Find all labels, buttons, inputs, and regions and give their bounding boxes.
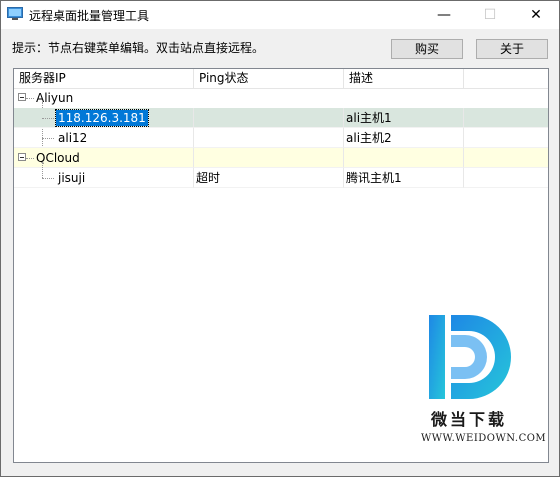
server-ip-cell: 118.126.3.181 [14,108,194,128]
collapse-icon[interactable] [18,93,26,101]
window-title: 远程桌面批量管理工具 [29,9,150,23]
empty-cell [464,108,548,128]
server-ip-label[interactable]: 118.126.3.181 [55,109,149,127]
header-server-ip[interactable]: 服务器IP [14,69,194,88]
ping-status-cell [194,148,344,168]
tree-line [26,98,34,100]
close-button[interactable]: ✕ [513,1,559,29]
description-cell [344,148,464,168]
tree-node-server[interactable]: 118.126.3.181 ali主机1 [14,108,548,128]
tree-node-server[interactable]: jisuji 超时 腾讯主机1 [14,168,548,188]
hint-text: 提示：节点右键菜单编辑。双击站点直接远程。 [12,41,265,55]
minimize-button[interactable]: — [421,1,467,29]
description-cell: ali主机2 [344,128,464,148]
monitor-icon [7,7,23,20]
ping-status-cell [194,128,344,148]
buy-button[interactable]: 购买 [391,39,463,59]
tree-line [42,138,54,140]
tree-line [42,118,54,120]
header-empty [464,69,548,88]
group-cell: QCloud [14,148,194,168]
tree-node-group[interactable]: QCloud [14,148,548,168]
server-ip-label: jisuji [58,171,86,185]
server-ip-cell: ali12 [14,128,194,148]
column-header: 服务器IP Ping状态 描述 [14,69,548,89]
maximize-button[interactable]: ☐ [467,1,513,29]
ping-status-cell [194,108,344,128]
ping-status-cell: 超时 [194,168,344,188]
description-cell: ali主机1 [344,108,464,128]
tree-node-group[interactable]: Aliyun [14,88,548,108]
collapse-icon[interactable] [18,153,26,161]
title-bar: 远程桌面批量管理工具 — ☐ ✕ [1,1,559,29]
app-window: 远程桌面批量管理工具 — ☐ ✕ 提示：节点右键菜单编辑。双击站点直接远程。 购… [0,0,560,477]
tree-node-server[interactable]: ali12 ali主机2 [14,128,548,148]
header-ping-status[interactable]: Ping状态 [194,69,344,88]
description-cell: 腾讯主机1 [344,168,464,188]
server-ip-label: ali12 [58,131,88,145]
watermark-text: 微当下载 [431,410,508,429]
empty-cell [464,148,548,168]
tree-line [42,178,54,180]
empty-cell [464,128,548,148]
server-ip-cell: jisuji [14,168,194,188]
empty-cell [464,168,548,188]
header-description[interactable]: 描述 [344,69,464,88]
about-button[interactable]: 关于 [476,39,548,59]
tree-line [26,158,34,160]
watermark-url: WWW.WEIDOWN.COM [421,433,547,444]
